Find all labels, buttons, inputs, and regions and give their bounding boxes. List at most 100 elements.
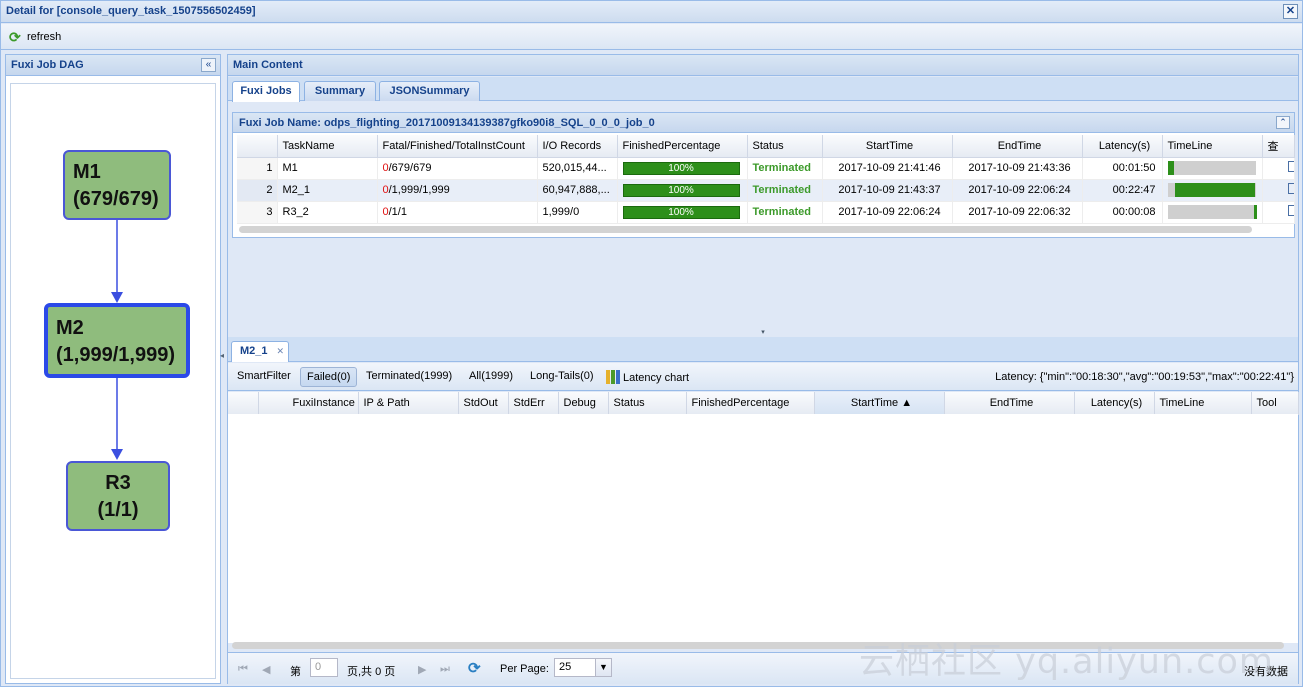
prev-page-icon[interactable]: ◀ — [262, 663, 270, 676]
dag-node-r3[interactable]: R3 (1/1) — [66, 461, 170, 531]
inst-col-stderr[interactable]: StdErr — [508, 392, 559, 415]
inst-col-tool[interactable]: Tool — [1251, 392, 1299, 415]
task-counts: 0/1,999/1,999 — [377, 179, 538, 202]
inst-col-ip-path[interactable]: IP & Path — [358, 392, 459, 415]
col-start[interactable]: StartTime — [822, 135, 953, 158]
view-icon[interactable] — [1287, 161, 1293, 172]
task-counts: 0/679/679 — [377, 157, 538, 180]
tab-m2-1[interactable]: M2_1 ✕ — [231, 341, 289, 362]
dag-node-count: (679/679) — [73, 188, 159, 210]
inst-col-latency[interactable]: Latency(s) — [1074, 392, 1155, 415]
task-view[interactable] — [1262, 201, 1295, 224]
job-dag-header: Fuxi Job DAG « — [6, 55, 220, 76]
task-latency: 00:01:50 — [1082, 157, 1163, 180]
bar-chart-icon — [606, 370, 620, 384]
task-view[interactable] — [1262, 157, 1295, 180]
main-content-header: Main Content — [228, 55, 1298, 76]
task-row[interactable]: 2 M2_1 0/1,999/1,999 60,947,888,... 100% Term… — [237, 179, 1295, 202]
progress-bar: 100% — [622, 183, 740, 197]
tab-fuxi-jobs[interactable]: Fuxi Jobs — [232, 81, 300, 102]
splitter-collapse-icon[interactable]: ◂ — [220, 351, 226, 371]
tab-json-summary[interactable]: JSONSummary — [379, 81, 480, 101]
per-page-value: 25 — [559, 661, 572, 673]
timeline-fill — [1253, 205, 1258, 219]
task-timeline — [1162, 201, 1263, 224]
long-tails-filter-button[interactable]: Long-Tails(0) — [530, 370, 594, 382]
dag-node-m2[interactable]: M2 (1,999/1,999) — [44, 303, 190, 378]
toolbar: ⟳ refresh — [1, 24, 1302, 50]
refresh-label: refresh — [27, 31, 62, 43]
inst-col-start-sorted[interactable]: StartTime ▲ — [814, 392, 945, 415]
per-page-label: Per Page: — [500, 663, 549, 675]
col-counts[interactable]: Fatal/Finished/TotalInstCount — [377, 135, 538, 158]
task-count-rest: /679/679 — [388, 162, 432, 174]
terminated-filter-button[interactable]: Terminated(1999) — [366, 370, 452, 382]
task-view[interactable] — [1262, 179, 1295, 202]
col-view[interactable]: 查 — [1262, 135, 1295, 158]
col-status[interactable]: Status — [747, 135, 823, 158]
task-start: 2017-10-09 21:43:37 — [822, 179, 953, 202]
window-titlebar: Detail for [console_query_task_150755650… — [1, 1, 1302, 23]
fuxi-job-name: Fuxi Job Name: odps_flighting_2017100913… — [239, 117, 655, 129]
progress-bar: 100% — [622, 205, 740, 219]
view-icon[interactable] — [1287, 205, 1293, 216]
col-io[interactable]: I/O Records — [537, 135, 618, 158]
task-table-header: TaskName Fatal/Finished/TotalInstCount I… — [237, 135, 1295, 158]
instance-table-body — [228, 414, 1298, 643]
progress-bar: 100% — [622, 161, 740, 175]
main-content-title: Main Content — [233, 59, 303, 71]
failed-filter-button[interactable]: Failed(0) — [300, 367, 358, 387]
task-io: 520,015,44... — [537, 157, 618, 180]
task-start: 2017-10-09 22:06:24 — [822, 201, 953, 224]
task-table: TaskName Fatal/Finished/TotalInstCount I… — [237, 135, 1295, 224]
timeline-fill — [1174, 183, 1256, 197]
close-icon[interactable]: ✕ — [1283, 4, 1298, 19]
inst-col-status[interactable]: Status — [608, 392, 687, 415]
all-filter-button[interactable]: All(1999) — [469, 370, 513, 382]
inst-col-debug[interactable]: Debug — [558, 392, 609, 415]
collapse-up-icon[interactable]: ⌃ — [1276, 116, 1290, 129]
first-page-icon[interactable]: ⏮ — [238, 663, 248, 676]
per-page-select[interactable]: 25 ▼ — [554, 658, 612, 677]
pager-refresh-icon[interactable]: ⟳ — [468, 659, 481, 677]
refresh-button[interactable]: ⟳ refresh — [9, 29, 61, 45]
page-number-input[interactable]: 0 — [310, 658, 338, 677]
view-icon[interactable] — [1287, 183, 1293, 194]
inst-col-timeline[interactable]: TimeLine — [1154, 392, 1252, 415]
col-rownum — [237, 135, 278, 158]
task-row[interactable]: 3 R3_2 0/1/1 1,999/0 100% Terminated 2017-10-0… — [237, 201, 1295, 224]
task-counts: 0/1/1 — [377, 201, 538, 224]
main-content-panel: Main Content Fuxi Jobs Summary JSONSumma… — [227, 54, 1299, 684]
close-tab-icon[interactable]: ✕ — [276, 342, 284, 361]
task-row[interactable]: 1 M1 0/679/679 520,015,44... 100% Terminated 2… — [237, 157, 1295, 180]
task-status: Terminated — [747, 201, 823, 224]
task-table-scrollbar[interactable] — [239, 226, 1252, 233]
latency-chart-button[interactable]: Latency chart — [606, 370, 689, 384]
col-taskname[interactable]: TaskName — [277, 135, 378, 158]
inst-col-percent[interactable]: FinishedPercentage — [686, 392, 815, 415]
instance-table-header: FuxiInstance IP & Path StdOut StdErr Deb… — [228, 392, 1299, 415]
collapse-left-icon[interactable]: « — [201, 58, 216, 72]
task-latency: 00:22:47 — [1082, 179, 1163, 202]
dag-node-m1[interactable]: M1 (679/679) — [63, 150, 171, 220]
task-percent: 100% — [617, 201, 748, 224]
smart-filter-button[interactable]: SmartFilter — [237, 370, 291, 382]
fuxi-job-panel: Fuxi Job Name: odps_flighting_2017100913… — [232, 112, 1295, 238]
chevron-down-icon[interactable]: ▼ — [595, 659, 611, 676]
inst-col-stdout[interactable]: StdOut — [458, 392, 509, 415]
task-status: Terminated — [747, 157, 823, 180]
col-timeline[interactable]: TimeLine — [1162, 135, 1263, 158]
inst-col-fuxiinstance[interactable]: FuxiInstance — [258, 392, 359, 415]
inst-col-end[interactable]: EndTime — [944, 392, 1075, 415]
last-page-icon[interactable]: ⏭ — [440, 663, 450, 676]
col-percent[interactable]: FinishedPercentage — [617, 135, 748, 158]
col-end[interactable]: EndTime — [952, 135, 1083, 158]
col-latency[interactable]: Latency(s) — [1082, 135, 1163, 158]
timeline-bar — [1167, 183, 1256, 197]
task-rownum: 2 — [237, 179, 278, 202]
horizontal-splitter[interactable]: ▾ — [228, 329, 1298, 336]
tab-summary[interactable]: Summary — [304, 81, 376, 101]
task-name: R3_2 — [277, 201, 378, 224]
arrow-icon — [111, 449, 123, 460]
next-page-icon[interactable]: ▶ — [418, 663, 426, 676]
